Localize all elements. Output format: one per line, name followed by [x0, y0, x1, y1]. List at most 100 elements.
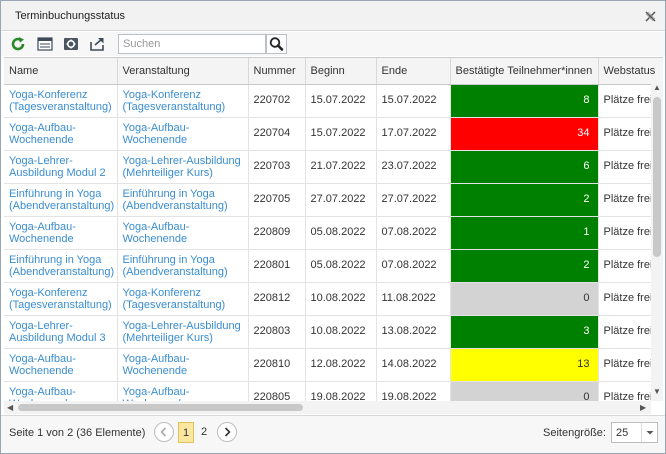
cell-event[interactable]: Einführung in Yoga (Abendveranstaltung)	[117, 249, 249, 283]
cell-number: 220702	[248, 84, 306, 118]
cell-name[interactable]: Einführung in Yoga (Abendveranstaltung)	[4, 183, 118, 217]
cell-name[interactable]: Yoga-Lehrer-Ausbildung Modul 3	[4, 315, 118, 349]
booking-status-window: Terminbuchungsstatus Suchen Name Veranst…	[0, 0, 666, 454]
cell-confirmed: 13	[450, 348, 599, 382]
cell-event[interactable]: Einführung in Yoga (Abendveranstaltung)	[117, 183, 249, 217]
cell-start: 05.08.2022	[305, 249, 377, 283]
column-header-number[interactable]: Nummer	[248, 58, 306, 85]
cell-confirmed: 6	[450, 150, 599, 184]
chevron-left-icon	[160, 427, 167, 437]
page-size-select[interactable]: 25	[611, 422, 658, 443]
cell-name[interactable]: Yoga-Aufbau-Wochenende	[4, 381, 118, 401]
scroll-up-icon[interactable]: ▲	[653, 83, 661, 92]
page-1-button[interactable]: 1	[178, 422, 194, 443]
table-row[interactable]: Yoga-Lehrer-Ausbildung Modul 3 Yoga-Lehre…	[4, 315, 663, 349]
page-2-button[interactable]: 2	[196, 422, 212, 443]
cell-start: 27.07.2022	[305, 183, 377, 217]
horizontal-scrollbar[interactable]: ◀ ▶	[4, 401, 651, 414]
cell-event[interactable]: Yoga-Aufbau-Wochenende	[117, 348, 249, 382]
cell-end: 13.08.2022	[376, 315, 451, 349]
table-row[interactable]: Yoga-Konferenz (Tagesveranstaltung) Yoga-…	[4, 84, 663, 118]
cell-event[interactable]: Yoga-Lehrer-Ausbildung (Mehrteiliger Kur…	[117, 150, 249, 184]
cell-name[interactable]: Yoga-Aufbau-Wochenende	[4, 348, 118, 382]
cell-end: 15.07.2022	[376, 84, 451, 118]
cell-number: 220803	[248, 315, 306, 349]
cell-end: 23.07.2022	[376, 150, 451, 184]
cell-confirmed: 2	[450, 183, 599, 217]
cell-confirmed: 1	[450, 216, 599, 250]
cell-name[interactable]: Yoga-Konferenz (Tagesveranstaltung)	[4, 84, 118, 118]
cell-confirmed: 34	[450, 117, 599, 151]
cell-name[interactable]: Yoga-Aufbau-Wochenende	[4, 216, 118, 250]
cell-start: 10.08.2022	[305, 282, 377, 316]
column-header-event[interactable]: Veranstaltung	[117, 58, 249, 85]
cell-start: 21.07.2022	[305, 150, 377, 184]
cell-name[interactable]: Yoga-Konferenz (Tagesveranstaltung)	[4, 282, 118, 316]
table-row[interactable]: Yoga-Aufbau-WochenendeYoga-Aufbau-Wochen…	[4, 348, 663, 382]
cell-number: 220801	[248, 249, 306, 283]
cell-name[interactable]: Yoga-Aufbau-Wochenende	[4, 117, 118, 151]
search-input[interactable]	[118, 34, 266, 54]
cell-event[interactable]: Yoga-Aufbau-Wochenende	[117, 117, 249, 151]
table-row[interactable]: Yoga-Lehrer-Ausbildung Modul 2 Yoga-Lehre…	[4, 150, 663, 184]
cell-name[interactable]: Yoga-Lehrer-Ausbildung Modul 2	[4, 150, 118, 184]
cell-confirmed: 3	[450, 315, 599, 349]
cell-name[interactable]: Einführung in Yoga (Abendveranstaltung)	[4, 249, 118, 283]
column-header-name[interactable]: Name	[4, 58, 118, 85]
cell-start: 05.08.2022	[305, 216, 377, 250]
cell-start: 12.08.2022	[305, 348, 377, 382]
vertical-scrollbar[interactable]: ▲ ▼	[651, 83, 663, 401]
cell-event[interactable]: Yoga-Konferenz (Tagesveranstaltung)	[117, 84, 249, 118]
table-header-row: Name Veranstaltung Nummer Beginn Ende Be…	[4, 58, 663, 85]
table-row[interactable]: Einführung in Yoga (Abendveranstaltung) E…	[4, 249, 663, 283]
table-row[interactable]: Yoga-Aufbau-WochenendeYoga-Aufbau-Wochen…	[4, 381, 663, 401]
scroll-right-icon[interactable]: ▶	[640, 403, 646, 412]
cell-confirmed: 2	[450, 249, 599, 283]
cell-event[interactable]: Yoga-Aufbau-Wochenende	[117, 381, 249, 401]
column-header-start[interactable]: Beginn	[305, 58, 377, 85]
search-icon	[269, 37, 284, 51]
cell-number: 220805	[248, 381, 306, 401]
window-title: Terminbuchungsstatus	[15, 10, 126, 22]
cell-end: 07.08.2022	[376, 216, 451, 250]
column-header-webstatus[interactable]: Webstatus	[598, 58, 663, 85]
cell-number: 220704	[248, 117, 306, 151]
export-icon[interactable]	[90, 36, 106, 52]
column-header-confirmed[interactable]: Bestätigte Teilnehmer*innen	[450, 58, 599, 85]
refresh-icon[interactable]	[10, 36, 26, 52]
cell-end: 17.07.2022	[376, 117, 451, 151]
table-row[interactable]: Yoga-Aufbau-WochenendeYoga-Aufbau-Wochen…	[4, 117, 663, 151]
settings-icon[interactable]	[63, 36, 79, 52]
table-row[interactable]: Einführung in Yoga (Abendveranstaltung) E…	[4, 183, 663, 217]
cell-number: 220809	[248, 216, 306, 250]
close-icon[interactable]	[645, 11, 656, 22]
booking-table: Name Veranstaltung Nummer Beginn Ende Be…	[4, 57, 663, 401]
cell-start: 19.08.2022	[305, 381, 377, 401]
chevron-down-icon[interactable]	[641, 423, 657, 442]
scroll-left-icon[interactable]: ◀	[7, 403, 13, 412]
table-row[interactable]: Yoga-Konferenz (Tagesveranstaltung) Yoga-…	[4, 282, 663, 316]
cell-end: 07.08.2022	[376, 249, 451, 283]
cell-number: 220810	[248, 348, 306, 382]
cell-event[interactable]: Yoga-Aufbau-Wochenende	[117, 216, 249, 250]
cell-event[interactable]: Yoga-Konferenz (Tagesveranstaltung)	[117, 282, 249, 316]
cell-start: 15.07.2022	[305, 84, 377, 118]
cell-confirmed: 0	[450, 381, 599, 401]
column-chooser-icon[interactable]	[37, 36, 53, 52]
horizontal-scroll-thumb[interactable]	[18, 404, 303, 411]
title-bar: Terminbuchungsstatus	[1, 1, 665, 31]
scroll-down-icon[interactable]: ▼	[653, 387, 661, 396]
column-header-end[interactable]: Ende	[376, 58, 451, 85]
prev-page-button[interactable]	[154, 422, 174, 442]
search-button[interactable]	[266, 34, 287, 54]
cell-end: 11.08.2022	[376, 282, 451, 316]
cell-event[interactable]: Yoga-Lehrer-Ausbildung (Mehrteiliger Kur…	[117, 315, 249, 349]
cell-end: 19.08.2022	[376, 381, 451, 401]
next-page-button[interactable]	[217, 422, 237, 442]
page-size-label: Seitengröße:	[543, 427, 606, 439]
cell-number: 220703	[248, 150, 306, 184]
table-row[interactable]: Yoga-Aufbau-WochenendeYoga-Aufbau-Wochen…	[4, 216, 663, 250]
vertical-scroll-thumb[interactable]	[653, 97, 661, 257]
chevron-right-icon	[224, 427, 231, 437]
cell-end: 27.07.2022	[376, 183, 451, 217]
